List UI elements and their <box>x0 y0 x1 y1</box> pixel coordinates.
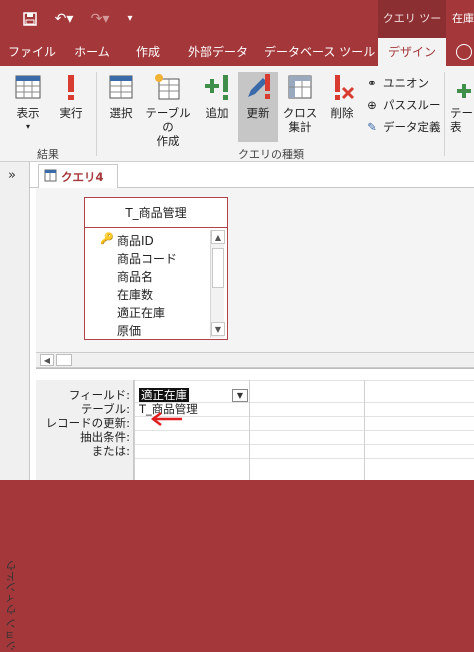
query-type-group-label: クエリの種類 <box>238 148 304 161</box>
table-title[interactable]: T_商品管理 <box>85 198 227 228</box>
datasheet-view-icon <box>15 75 41 99</box>
grid-line <box>134 444 474 445</box>
table-field-list[interactable]: T_商品管理 🔑 商品ID 商品コード 商品名 在庫数 適正在庫 原価 ▲ ▼ <box>84 197 228 340</box>
data-definition-label: データ定義 <box>383 120 441 134</box>
append-icon <box>205 75 228 100</box>
field-item[interactable]: 商品コード <box>117 250 177 268</box>
window-title-partial: 在庫 <box>452 12 474 25</box>
scroll-up-icon[interactable]: ▲ <box>211 230 225 244</box>
crosstab-icon <box>288 75 312 99</box>
show-table-button-partial[interactable]: テー 表 <box>450 72 474 134</box>
grid-column-line <box>364 380 365 480</box>
customize-qat-icon[interactable]: ▾ <box>122 0 138 38</box>
tab-database-tools[interactable]: データベース ツール <box>264 38 375 66</box>
query-object-icon <box>44 169 57 182</box>
union-label: ユニオン <box>383 76 429 90</box>
field-item[interactable]: 在庫数 <box>117 286 153 304</box>
row-label-or: または: <box>91 444 130 458</box>
select-query-icon <box>109 75 133 99</box>
group-separator <box>444 72 445 156</box>
grid-column-line <box>134 380 135 480</box>
tab-home[interactable]: ホーム <box>66 38 118 66</box>
view-label: 表示 <box>16 106 40 120</box>
scroll-down-icon[interactable]: ▼ <box>211 322 225 336</box>
tab-design[interactable]: デザイン <box>378 38 446 66</box>
grid-line <box>134 430 474 431</box>
data-definition-icon: ✎ <box>367 120 377 134</box>
show-table-icon <box>457 84 471 98</box>
passthrough-button[interactable]: ⊕ パススルー <box>364 96 441 114</box>
delete-button[interactable]: 削除 <box>322 72 362 120</box>
globe-icon: ⊕ <box>367 98 377 112</box>
navigation-pane-collapsed[interactable]: » ション ウィンドウ <box>0 162 30 652</box>
lightbulb-icon[interactable] <box>456 44 472 60</box>
ribbon: 表示 ▾ 実行 結果 選択 テーブルの 作成 追加 更新 クロス 集計 削除 ⚭… <box>0 66 474 162</box>
document-tab-label: クエリ4 <box>61 170 104 184</box>
grid-line <box>134 458 474 459</box>
field-list-scrollbar[interactable]: ▲ ▼ <box>210 230 225 338</box>
upper-pane-hscrollbar[interactable]: ◀ <box>36 352 474 368</box>
passthrough-label: パススルー <box>383 98 441 112</box>
field-cell-selected[interactable]: 適正在庫 <box>139 388 189 402</box>
tab-file[interactable]: ファイル <box>6 38 58 66</box>
select-query-button[interactable]: 選択 <box>100 72 142 120</box>
update-button[interactable]: 更新 <box>238 72 278 142</box>
union-icon: ⚭ <box>367 76 377 90</box>
crosstab-button[interactable]: クロス 集計 <box>280 72 320 134</box>
show-table-label-2: 表 <box>450 120 462 134</box>
field-item[interactable]: 商品ID <box>117 232 154 250</box>
make-table-button[interactable]: テーブルの 作成 <box>140 72 196 148</box>
run-button[interactable]: 実行 <box>52 72 90 120</box>
scroll-left-icon[interactable]: ◀ <box>40 354 54 366</box>
run-exclamation-icon <box>68 75 74 100</box>
crosstab-label-1: クロス <box>282 106 318 120</box>
append-button[interactable]: 追加 <box>198 72 236 120</box>
field-item[interactable]: 適正在庫 <box>117 304 165 322</box>
contextual-tab-title: クエリ ツール <box>378 0 446 63</box>
row-label-update-to: レコードの更新: <box>45 416 130 430</box>
make-table-label-1: テーブルの <box>145 106 191 134</box>
run-label: 実行 <box>59 106 83 120</box>
primary-key-icon: 🔑 <box>100 232 114 245</box>
scroll-thumb[interactable] <box>212 248 224 288</box>
field-item[interactable]: 商品名 <box>117 268 153 286</box>
update-label: 更新 <box>246 106 270 120</box>
delete-icon <box>335 75 355 100</box>
save-icon[interactable] <box>18 0 42 41</box>
grid-column-line <box>249 380 250 480</box>
redo-icon: ↷▾ <box>90 11 110 27</box>
grid-line <box>134 380 474 381</box>
row-label-criteria: 抽出条件: <box>80 430 130 444</box>
hscroll-thumb[interactable] <box>56 354 72 366</box>
red-arrow-annotation-icon <box>150 412 182 426</box>
expand-nav-icon[interactable]: » <box>8 168 16 183</box>
field-dropdown-icon[interactable]: ▼ <box>232 389 248 402</box>
select-query-label: 選択 <box>109 106 133 120</box>
update-pencil-icon <box>248 74 270 99</box>
union-button[interactable]: ⚭ ユニオン <box>364 74 429 92</box>
append-label: 追加 <box>205 106 229 120</box>
tab-external-data[interactable]: 外部データ <box>180 38 256 66</box>
crosstab-label-2: 集計 <box>288 120 312 134</box>
navigation-pane-label: ション ウィンドウ <box>5 560 18 652</box>
row-label-table: テーブル: <box>80 402 130 416</box>
undo-icon[interactable]: ↶▾ <box>50 0 78 38</box>
results-group-label: 結果 <box>37 148 59 161</box>
group-separator <box>96 72 97 156</box>
ribbon-tabs: ファイル ホーム 作成 外部データ データベース ツール デザイン <box>0 38 474 66</box>
show-table-label-1: テー <box>450 106 473 120</box>
grid-row-headers: フィールド: テーブル: レコードの更新: 抽出条件: または: <box>36 380 134 480</box>
tab-query4[interactable]: クエリ4 <box>38 164 118 188</box>
view-button[interactable]: 表示 ▾ <box>6 72 50 134</box>
make-table-icon <box>155 74 180 100</box>
row-label-field: フィールド: <box>68 388 130 402</box>
data-definition-button[interactable]: ✎ データ定義 <box>364 118 441 136</box>
delete-label: 削除 <box>330 106 354 120</box>
grid-line <box>134 416 474 417</box>
field-item[interactable]: 原価 <box>117 322 141 340</box>
tab-create[interactable]: 作成 <box>126 38 170 66</box>
